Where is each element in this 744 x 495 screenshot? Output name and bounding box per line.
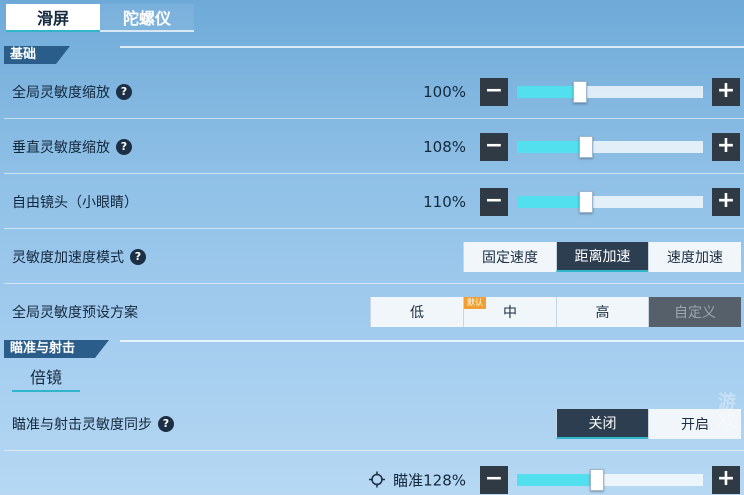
row-label: 灵敏度加速度模式 ?: [12, 247, 146, 267]
watermark: 游戏: [715, 392, 736, 428]
tab-gyroscope[interactable]: 陀螺仪: [100, 4, 194, 32]
slider-track[interactable]: [517, 190, 703, 213]
row-accel-mode: 灵敏度加速度模式 ? 固定速度 距离加速 速度加速: [0, 229, 744, 284]
slider-track[interactable]: [517, 80, 703, 103]
row-aim-sync: 瞄准与射击灵敏度同步 ? 关闭 开启: [0, 396, 744, 451]
row-free-camera: 自由镜头（小眼睛） 110% − +: [0, 174, 744, 229]
preset-option-low[interactable]: 低: [370, 296, 463, 327]
help-icon[interactable]: ?: [116, 83, 132, 100]
row-label: 瞄准与射击灵敏度同步 ?: [12, 414, 174, 434]
preset-option-custom[interactable]: 自定义: [648, 296, 741, 327]
slider-track[interactable]: [517, 468, 703, 491]
accel-option-speed[interactable]: 速度加速: [648, 241, 741, 272]
slider-fill: [517, 473, 597, 486]
accel-option-fixed[interactable]: 固定速度: [463, 241, 556, 272]
slider-fill: [517, 85, 580, 98]
increase-button[interactable]: +: [712, 465, 740, 494]
decrease-button[interactable]: −: [480, 187, 508, 216]
slider-thumb[interactable]: [579, 135, 593, 158]
value-readout: 108%: [423, 137, 466, 156]
help-icon[interactable]: ?: [130, 248, 146, 265]
tab-swipe[interactable]: 滑屏: [6, 4, 100, 32]
slider-thumb[interactable]: [573, 80, 587, 103]
row-label: 自由镜头（小眼睛）: [12, 194, 138, 211]
row-label: 全局灵敏度预设方案: [12, 304, 138, 321]
help-icon[interactable]: ?: [158, 415, 174, 432]
increase-button[interactable]: +: [712, 132, 740, 161]
section-header-aim: 瞄准与射击: [0, 338, 744, 360]
increase-button[interactable]: +: [712, 77, 740, 106]
top-tab-bar: 滑屏 陀螺仪: [0, 0, 744, 32]
accel-option-distance[interactable]: 距离加速: [556, 241, 648, 272]
help-icon[interactable]: ?: [116, 138, 132, 155]
row-vertical-scale: 垂直灵敏度缩放 ? 108% − +: [0, 119, 744, 174]
decrease-button[interactable]: −: [480, 132, 508, 161]
section-header-basic: 基础: [0, 44, 744, 66]
row-preset: 全局灵敏度预设方案 低 默认 中 高 自定义: [0, 284, 744, 339]
value-readout: 100%: [423, 82, 466, 101]
sync-option-off[interactable]: 关闭: [556, 408, 648, 439]
decrease-button[interactable]: −: [480, 77, 508, 106]
value-readout: 110%: [423, 192, 466, 211]
subtab-scope[interactable]: 倍镜: [12, 366, 80, 392]
section-title: 基础: [4, 46, 70, 64]
increase-button[interactable]: +: [712, 187, 740, 216]
crosshair-icon: [369, 471, 386, 488]
value-readout: 瞄准128%: [369, 469, 466, 490]
row-global-scale: 全局灵敏度缩放 ? 100% − +: [0, 64, 744, 119]
default-badge: 默认: [464, 296, 486, 309]
row-aim-scope: 瞄准128% − +: [0, 452, 744, 495]
row-label: 垂直灵敏度缩放 ?: [12, 137, 132, 157]
slider-thumb[interactable]: [579, 190, 593, 213]
preset-option-high[interactable]: 高: [556, 296, 648, 327]
row-label: 全局灵敏度缩放 ?: [12, 82, 132, 102]
decrease-button[interactable]: −: [480, 465, 508, 494]
slider-fill: [517, 140, 586, 153]
preset-option-medium[interactable]: 默认 中: [463, 296, 556, 327]
slider-track[interactable]: [517, 135, 703, 158]
section-title: 瞄准与射击: [4, 340, 109, 358]
slider-thumb[interactable]: [590, 468, 604, 491]
slider-fill: [517, 195, 586, 208]
